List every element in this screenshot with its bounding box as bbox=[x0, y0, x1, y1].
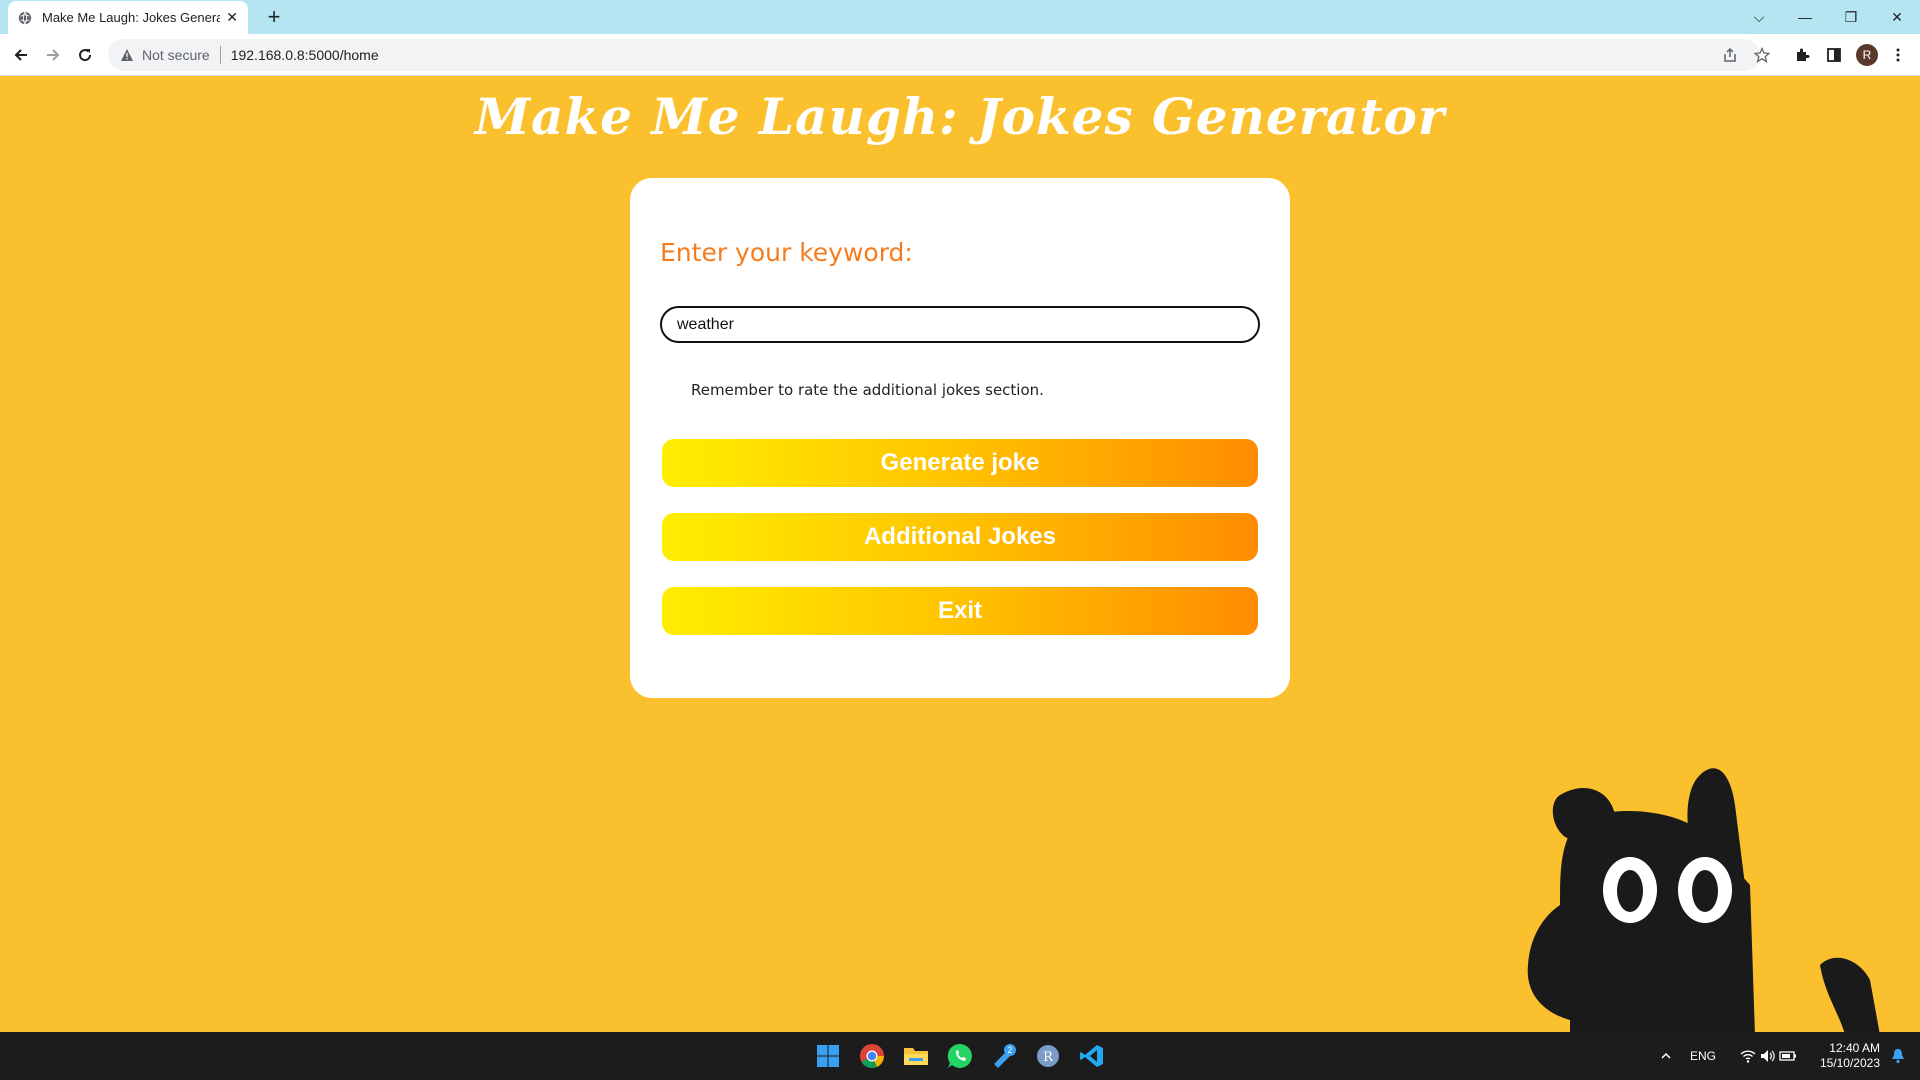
menu-dots-icon bbox=[1896, 48, 1900, 62]
back-arrow-icon bbox=[14, 49, 27, 61]
not-secure-label[interactable]: Not secure bbox=[142, 47, 210, 63]
browser-menu-button[interactable] bbox=[1884, 41, 1912, 69]
tray-overflow-button[interactable] bbox=[1650, 1040, 1682, 1072]
tab-search-icon[interactable]: ⌵ bbox=[1736, 0, 1782, 34]
browser-tab[interactable]: Make Me Laugh: Jokes Generato ✕ bbox=[8, 1, 248, 34]
steam-icon: 2 bbox=[994, 1044, 1016, 1068]
tab-title: Make Me Laugh: Jokes Generato bbox=[42, 10, 221, 25]
file-explorer-icon bbox=[904, 1048, 928, 1065]
share-icon bbox=[1724, 47, 1736, 62]
tab-close-icon[interactable]: ✕ bbox=[226, 10, 238, 26]
battery-icon bbox=[1779, 1051, 1796, 1061]
browser-toolbar: Not secure 192.168.0.8:5000/home R bbox=[0, 34, 1920, 76]
page-body: Make Me Laugh: Jokes Generator Enter you… bbox=[0, 77, 1920, 1032]
reload-button[interactable] bbox=[71, 41, 99, 69]
profile-avatar[interactable]: R bbox=[1856, 44, 1878, 66]
windows-taskbar: 2 R ENG 12:40 AM 15/10/2023 bbox=[0, 1032, 1920, 1080]
warning-icon[interactable] bbox=[120, 48, 134, 62]
dog-illustration bbox=[1527, 768, 1880, 1032]
address-bar[interactable]: Not secure 192.168.0.8:5000/home bbox=[108, 39, 1760, 71]
taskbar-chrome[interactable] bbox=[856, 1040, 888, 1072]
chevron-up-icon bbox=[1661, 1052, 1671, 1059]
clock-date: 15/10/2023 bbox=[1819, 1056, 1880, 1070]
taskbar-whatsapp[interactable] bbox=[944, 1040, 976, 1072]
chrome-icon bbox=[860, 1044, 884, 1068]
globe-favicon-icon bbox=[18, 11, 32, 24]
keyword-label: Enter your keyword: bbox=[660, 238, 913, 267]
whatsapp-icon bbox=[947, 1043, 972, 1068]
tab-strip: Make Me Laugh: Jokes Generato ✕ + ⌵ — ❐ … bbox=[0, 0, 1920, 34]
start-button[interactable] bbox=[812, 1040, 844, 1072]
battery-button[interactable] bbox=[1772, 1040, 1804, 1072]
forward-button[interactable] bbox=[39, 41, 67, 69]
url-text[interactable]: 192.168.0.8:5000/home bbox=[231, 47, 379, 63]
generate-joke-button[interactable]: Generate joke bbox=[662, 439, 1258, 487]
sidebar-icon bbox=[1827, 48, 1841, 62]
extensions-button[interactable] bbox=[1788, 41, 1816, 69]
close-window-button[interactable]: ✕ bbox=[1874, 0, 1920, 34]
rating-reminder: Remember to rate the additional jokes se… bbox=[691, 381, 1044, 399]
minimize-button[interactable]: — bbox=[1782, 0, 1828, 34]
taskbar-r-app[interactable]: R bbox=[1032, 1040, 1064, 1072]
omnibox-separator bbox=[219, 46, 221, 64]
windows-start-icon bbox=[817, 1045, 839, 1067]
taskbar-file-explorer[interactable] bbox=[900, 1040, 932, 1072]
bookmark-button[interactable] bbox=[1748, 41, 1776, 69]
steam-badge: 2 bbox=[1007, 1045, 1012, 1055]
back-button[interactable] bbox=[7, 41, 35, 69]
keyword-input[interactable] bbox=[660, 306, 1260, 343]
r-app-icon: R bbox=[1037, 1045, 1059, 1067]
restore-button[interactable]: ❐ bbox=[1828, 0, 1874, 34]
page-title: Make Me Laugh: Jokes Generator bbox=[474, 87, 1446, 146]
extensions-icon bbox=[1797, 48, 1810, 61]
vscode-icon bbox=[1080, 1045, 1103, 1067]
r-app-letter: R bbox=[1043, 1050, 1054, 1065]
language-indicator[interactable]: ENG bbox=[1690, 1032, 1716, 1080]
taskbar-steam[interactable]: 2 bbox=[988, 1040, 1020, 1072]
system-clock[interactable]: 12:40 AM 15/10/2023 bbox=[1808, 1041, 1880, 1071]
additional-jokes-button[interactable]: Additional Jokes bbox=[662, 513, 1258, 561]
notifications-button[interactable] bbox=[1882, 1040, 1914, 1072]
joke-form-card: Enter your keyword: Remember to rate the… bbox=[630, 178, 1290, 698]
new-tab-button[interactable]: + bbox=[260, 3, 288, 31]
side-panel-button[interactable] bbox=[1820, 41, 1848, 69]
taskbar-vscode[interactable] bbox=[1076, 1040, 1108, 1072]
exit-button[interactable]: Exit bbox=[662, 587, 1258, 635]
clock-time: 12:40 AM bbox=[1829, 1041, 1880, 1055]
reload-icon bbox=[79, 49, 92, 62]
share-button[interactable] bbox=[1716, 41, 1744, 69]
forward-arrow-icon bbox=[47, 49, 60, 61]
star-icon bbox=[1754, 47, 1770, 63]
notification-bell-icon bbox=[1892, 1049, 1904, 1064]
